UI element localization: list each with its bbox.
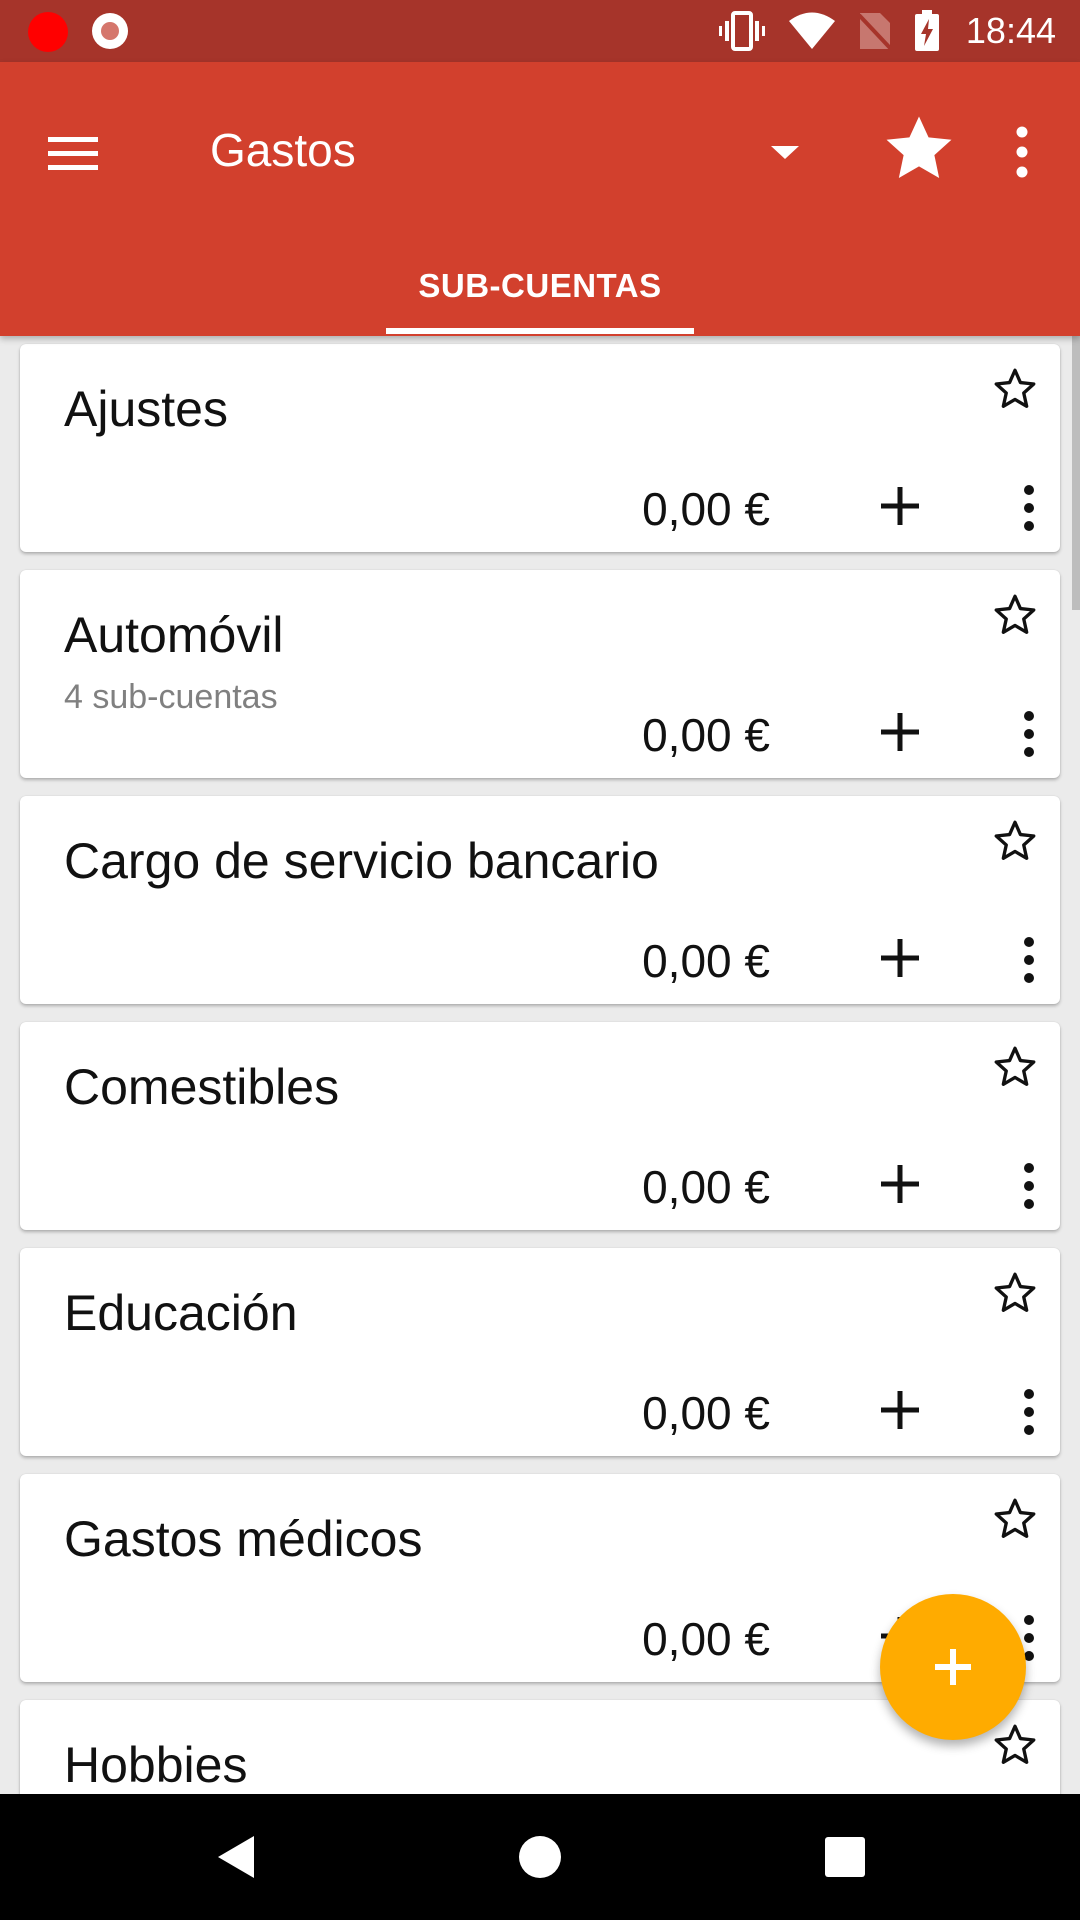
account-card[interactable]: Automóvil 4 sub-cuentas 0,00 € — [20, 570, 1060, 778]
status-clock: 18:44 — [965, 10, 1056, 51]
tab-sub-cuentas[interactable]: SUB-CUENTAS — [386, 238, 694, 336]
star-outline-icon[interactable] — [990, 816, 1040, 866]
account-amount: 0,00 € — [642, 1387, 770, 1439]
account-amount: 0,00 € — [642, 483, 770, 535]
star-outline-icon[interactable] — [990, 590, 1040, 640]
menu-icon — [48, 137, 98, 170]
account-card[interactable]: Educación 0,00 € — [20, 1248, 1060, 1456]
wifi-icon — [788, 12, 835, 49]
plus-icon[interactable] — [872, 478, 928, 534]
recents-icon[interactable] — [808, 1820, 882, 1894]
record-ring-icon — [92, 13, 128, 49]
account-card[interactable]: Cargo de servicio bancario 0,00 € — [20, 796, 1060, 1004]
account-card[interactable]: Comestibles 0,00 € — [20, 1022, 1060, 1230]
overflow-menu-icon[interactable] — [1014, 930, 1044, 990]
tab-indicator — [386, 328, 694, 334]
overflow-menu-icon[interactable] — [1014, 1382, 1044, 1442]
account-list[interactable]: Ajustes 0,00 € Automóvil 4 sub-cuentas 0… — [0, 336, 1080, 1794]
account-name: Educación — [64, 1285, 298, 1341]
account-name: Hobbies — [64, 1737, 248, 1793]
account-subtitle: 4 sub-cuentas — [64, 678, 278, 716]
status-bar: 18:44 — [0, 0, 1080, 62]
account-name: Automóvil — [64, 607, 284, 663]
no-sim-icon — [857, 13, 892, 51]
overflow-menu-button[interactable] — [990, 114, 1054, 190]
add-account-button[interactable] — [880, 1594, 1026, 1740]
account-amount: 0,00 € — [642, 1161, 770, 1213]
overflow-menu-icon — [1016, 126, 1028, 178]
plus-icon — [935, 1649, 971, 1685]
star-outline-icon[interactable] — [990, 1494, 1040, 1544]
account-card[interactable]: Ajustes 0,00 € — [20, 344, 1060, 552]
favorites-button[interactable] — [878, 108, 960, 190]
account-name: Ajustes — [64, 381, 228, 437]
back-icon[interactable] — [198, 1820, 272, 1894]
account-amount: 0,00 € — [642, 935, 770, 987]
vibrate-icon — [718, 11, 765, 51]
account-amount: 0,00 € — [642, 709, 770, 761]
app-bar: Gastos SUB-CUENTAS — [0, 62, 1080, 336]
overflow-menu-icon[interactable] — [1014, 478, 1044, 538]
star-outline-icon[interactable] — [990, 1268, 1040, 1318]
battery-charging-icon — [914, 10, 939, 51]
account-amount: 0,00 € — [642, 1613, 770, 1665]
status-icons: 18:44 — [718, 0, 1056, 62]
dropdown-arrow-icon — [771, 146, 799, 159]
star-outline-icon[interactable] — [990, 364, 1040, 414]
menu-button[interactable] — [38, 118, 108, 188]
account-name: Comestibles — [64, 1059, 340, 1115]
account-name: Gastos médicos — [64, 1511, 423, 1567]
plus-icon[interactable] — [872, 1156, 928, 1212]
navigation-bar — [0, 1794, 1080, 1920]
plus-icon[interactable] — [872, 704, 928, 760]
scrollbar[interactable] — [1072, 336, 1080, 610]
app-title[interactable]: Gastos — [210, 114, 356, 186]
overflow-menu-icon[interactable] — [1014, 704, 1044, 764]
star-outline-icon[interactable] — [990, 1042, 1040, 1092]
overflow-menu-icon[interactable] — [1014, 1156, 1044, 1216]
home-icon[interactable] — [503, 1820, 577, 1894]
account-name: Cargo de servicio bancario — [64, 833, 659, 889]
title-dropdown-button[interactable] — [760, 132, 810, 172]
plus-icon[interactable] — [872, 930, 928, 986]
record-dot-icon — [28, 12, 68, 52]
star-icon — [886, 116, 952, 179]
plus-icon[interactable] — [872, 1382, 928, 1438]
